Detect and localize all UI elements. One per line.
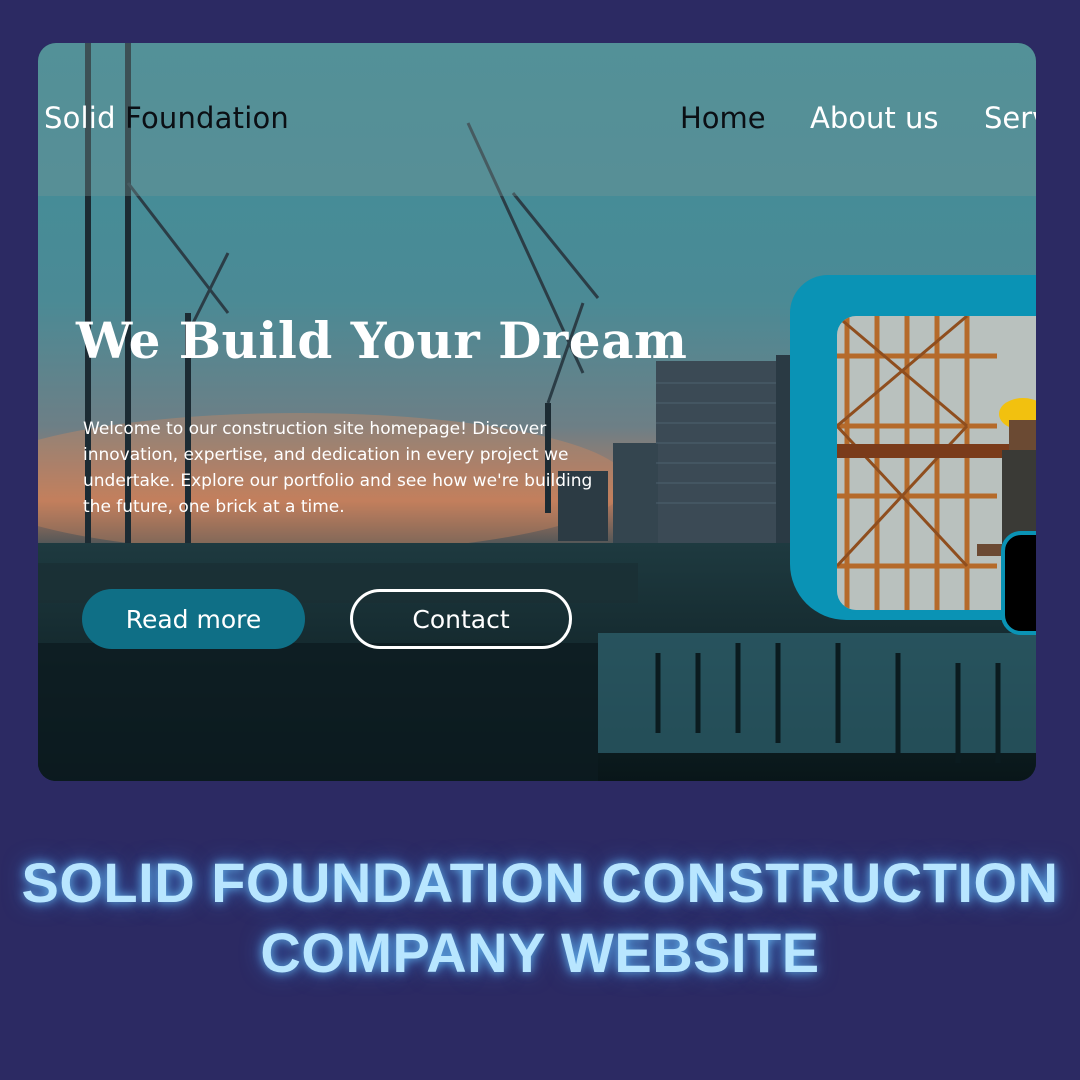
nav-link-services[interactable]: Serv <box>984 101 1036 135</box>
website-mockup: Solid Foundation Home About us Serv We B… <box>38 43 1036 781</box>
contact-button[interactable]: Contact <box>350 589 572 649</box>
read-more-button[interactable]: Read more <box>82 589 305 649</box>
hero-title: We Build Your Dream <box>76 311 688 370</box>
chat-widget[interactable] <box>1001 531 1036 635</box>
brand-name-part1: Solid <box>44 101 126 135</box>
nav-link-about-us[interactable]: About us <box>810 101 938 135</box>
navbar: Solid Foundation Home About us Serv <box>38 43 1036 196</box>
brand-logo-text[interactable]: Solid Foundation <box>44 101 289 135</box>
nav-link-home[interactable]: Home <box>680 101 766 135</box>
showcase-caption: SOLID FOUNDATION CONSTRUCTION COMPANY WE… <box>0 848 1080 988</box>
hero-description: Welcome to our construction site homepag… <box>83 419 593 517</box>
caption-line-1: SOLID FOUNDATION CONSTRUCTION <box>21 851 1059 914</box>
caption-line-2: COMPANY WEBSITE <box>260 921 820 984</box>
brand-name-part2: Foundation <box>125 101 289 135</box>
